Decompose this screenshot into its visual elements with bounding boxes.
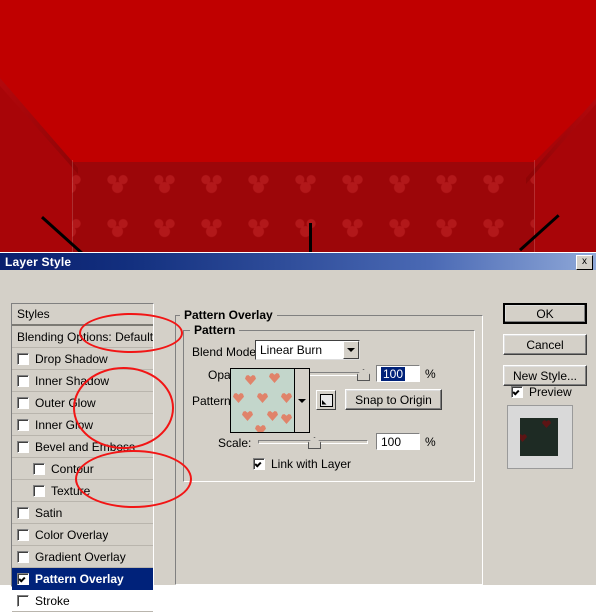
pattern-swatch-ellipse xyxy=(73,367,174,449)
heart-icon xyxy=(520,434,527,442)
checkbox-icon[interactable] xyxy=(253,458,265,470)
checkbox-icon[interactable] xyxy=(17,352,29,365)
link-with-layer-checkbox[interactable]: Link with Layer xyxy=(253,457,351,471)
checkbox-icon[interactable] xyxy=(17,550,29,563)
pointer-line-center xyxy=(309,223,312,252)
checkbox-icon[interactable] xyxy=(17,594,29,607)
new-preset-icon xyxy=(319,393,333,407)
styles-list-item-label: Satin xyxy=(35,505,63,520)
heart-icon xyxy=(233,393,244,403)
screenshot-root: Layer Style x Styles Blending Options: D… xyxy=(0,0,596,612)
heart-icon xyxy=(242,411,253,421)
ok-button[interactable]: OK xyxy=(503,303,587,324)
left-wall xyxy=(0,80,72,252)
heart-icon xyxy=(281,393,292,403)
blend-mode-label: Blend Mode: xyxy=(192,345,260,359)
styles-list-item-pattern-overlay[interactable]: Pattern Overlay xyxy=(12,568,153,590)
heart-icon xyxy=(257,393,268,403)
scale-slider-thumb[interactable] xyxy=(308,437,321,449)
styles-header-label: Styles xyxy=(17,307,50,321)
checkbox-icon[interactable] xyxy=(511,386,523,398)
layer-style-dialog: Layer Style x Styles Blending Options: D… xyxy=(0,252,596,612)
pattern-label: Pattern: xyxy=(192,394,235,408)
heart-icon xyxy=(542,420,551,428)
scale-slider[interactable] xyxy=(258,437,368,449)
close-icon[interactable]: x xyxy=(576,255,593,270)
document-canvas-artwork xyxy=(0,0,596,252)
blend-mode-ellipse xyxy=(79,313,183,353)
dialog-title-bar[interactable]: Layer Style x xyxy=(0,253,596,270)
scale-label: Scale: xyxy=(218,436,252,450)
checkbox-icon[interactable] xyxy=(17,528,29,541)
preview-thumbnail xyxy=(507,405,573,469)
opacity-unit: % xyxy=(425,367,436,381)
dialog-title: Layer Style xyxy=(5,254,72,269)
heart-icon xyxy=(267,411,278,421)
pattern-group-title: Pattern xyxy=(190,323,240,337)
styles-list-item-label: Pattern Overlay xyxy=(35,571,124,586)
opacity-input[interactable]: 100 xyxy=(376,365,420,382)
styles-list-item-color-overlay[interactable]: Color Overlay xyxy=(12,524,153,546)
preview-thumbnail-image xyxy=(520,418,558,456)
styles-list-item-label: Drop Shadow xyxy=(35,351,108,366)
heart-icon xyxy=(281,414,292,424)
preview-label: Preview xyxy=(529,385,572,399)
dialog-action-buttons: OK Cancel New Style... Preview xyxy=(497,303,589,585)
styles-list-item-gradient-overlay[interactable]: Gradient Overlay xyxy=(12,546,153,568)
heart-icon xyxy=(269,373,280,383)
checkbox-icon[interactable] xyxy=(17,440,29,453)
cancel-button[interactable]: Cancel xyxy=(503,334,587,355)
blend-mode-select[interactable]: Linear Burn xyxy=(255,340,360,360)
heart-icon xyxy=(255,425,266,432)
pattern-overlay-panel: Pattern Overlay Pattern Blend Mode: Line… xyxy=(170,303,486,585)
new-style-button[interactable]: New Style... xyxy=(503,365,587,386)
checkbox-icon[interactable] xyxy=(17,374,29,387)
link-with-layer-label: Link with Layer xyxy=(271,457,352,471)
link-with-layer-ellipse xyxy=(75,450,192,508)
styles-list-item-stroke[interactable]: Stroke xyxy=(12,590,153,612)
blend-mode-value: Linear Burn xyxy=(260,343,323,357)
checkbox-icon[interactable] xyxy=(17,506,29,519)
pattern-new-preset-button[interactable] xyxy=(316,390,336,410)
checkbox-icon[interactable] xyxy=(33,462,45,475)
pattern-dropdown-arrow[interactable] xyxy=(294,368,310,433)
styles-list-item-label: Stroke xyxy=(35,593,70,608)
checkbox-icon[interactable] xyxy=(17,396,29,409)
snap-to-origin-button[interactable]: Snap to Origin xyxy=(345,389,442,410)
styles-list-item-label: Gradient Overlay xyxy=(35,549,126,564)
preview-checkbox[interactable]: Preview xyxy=(511,385,572,399)
scale-unit: % xyxy=(425,435,436,449)
scale-value: 100 xyxy=(381,434,402,449)
heart-icon xyxy=(245,375,256,385)
chevron-down-icon[interactable] xyxy=(343,341,359,359)
left-wall-seam xyxy=(72,160,73,252)
opacity-value: 100 xyxy=(381,366,406,381)
checkbox-icon[interactable] xyxy=(17,572,29,585)
back-wall-heart-pattern xyxy=(0,162,596,252)
dialog-body: Styles Blending Options: Default Drop Sha… xyxy=(0,270,596,612)
pattern-overlay-group-title: Pattern Overlay xyxy=(180,308,277,322)
checkbox-icon[interactable] xyxy=(17,418,29,431)
pattern-swatch[interactable] xyxy=(230,368,295,433)
scale-input[interactable]: 100 xyxy=(376,433,420,450)
styles-list-item-label: Color Overlay xyxy=(35,527,109,542)
checkbox-icon[interactable] xyxy=(33,484,45,497)
